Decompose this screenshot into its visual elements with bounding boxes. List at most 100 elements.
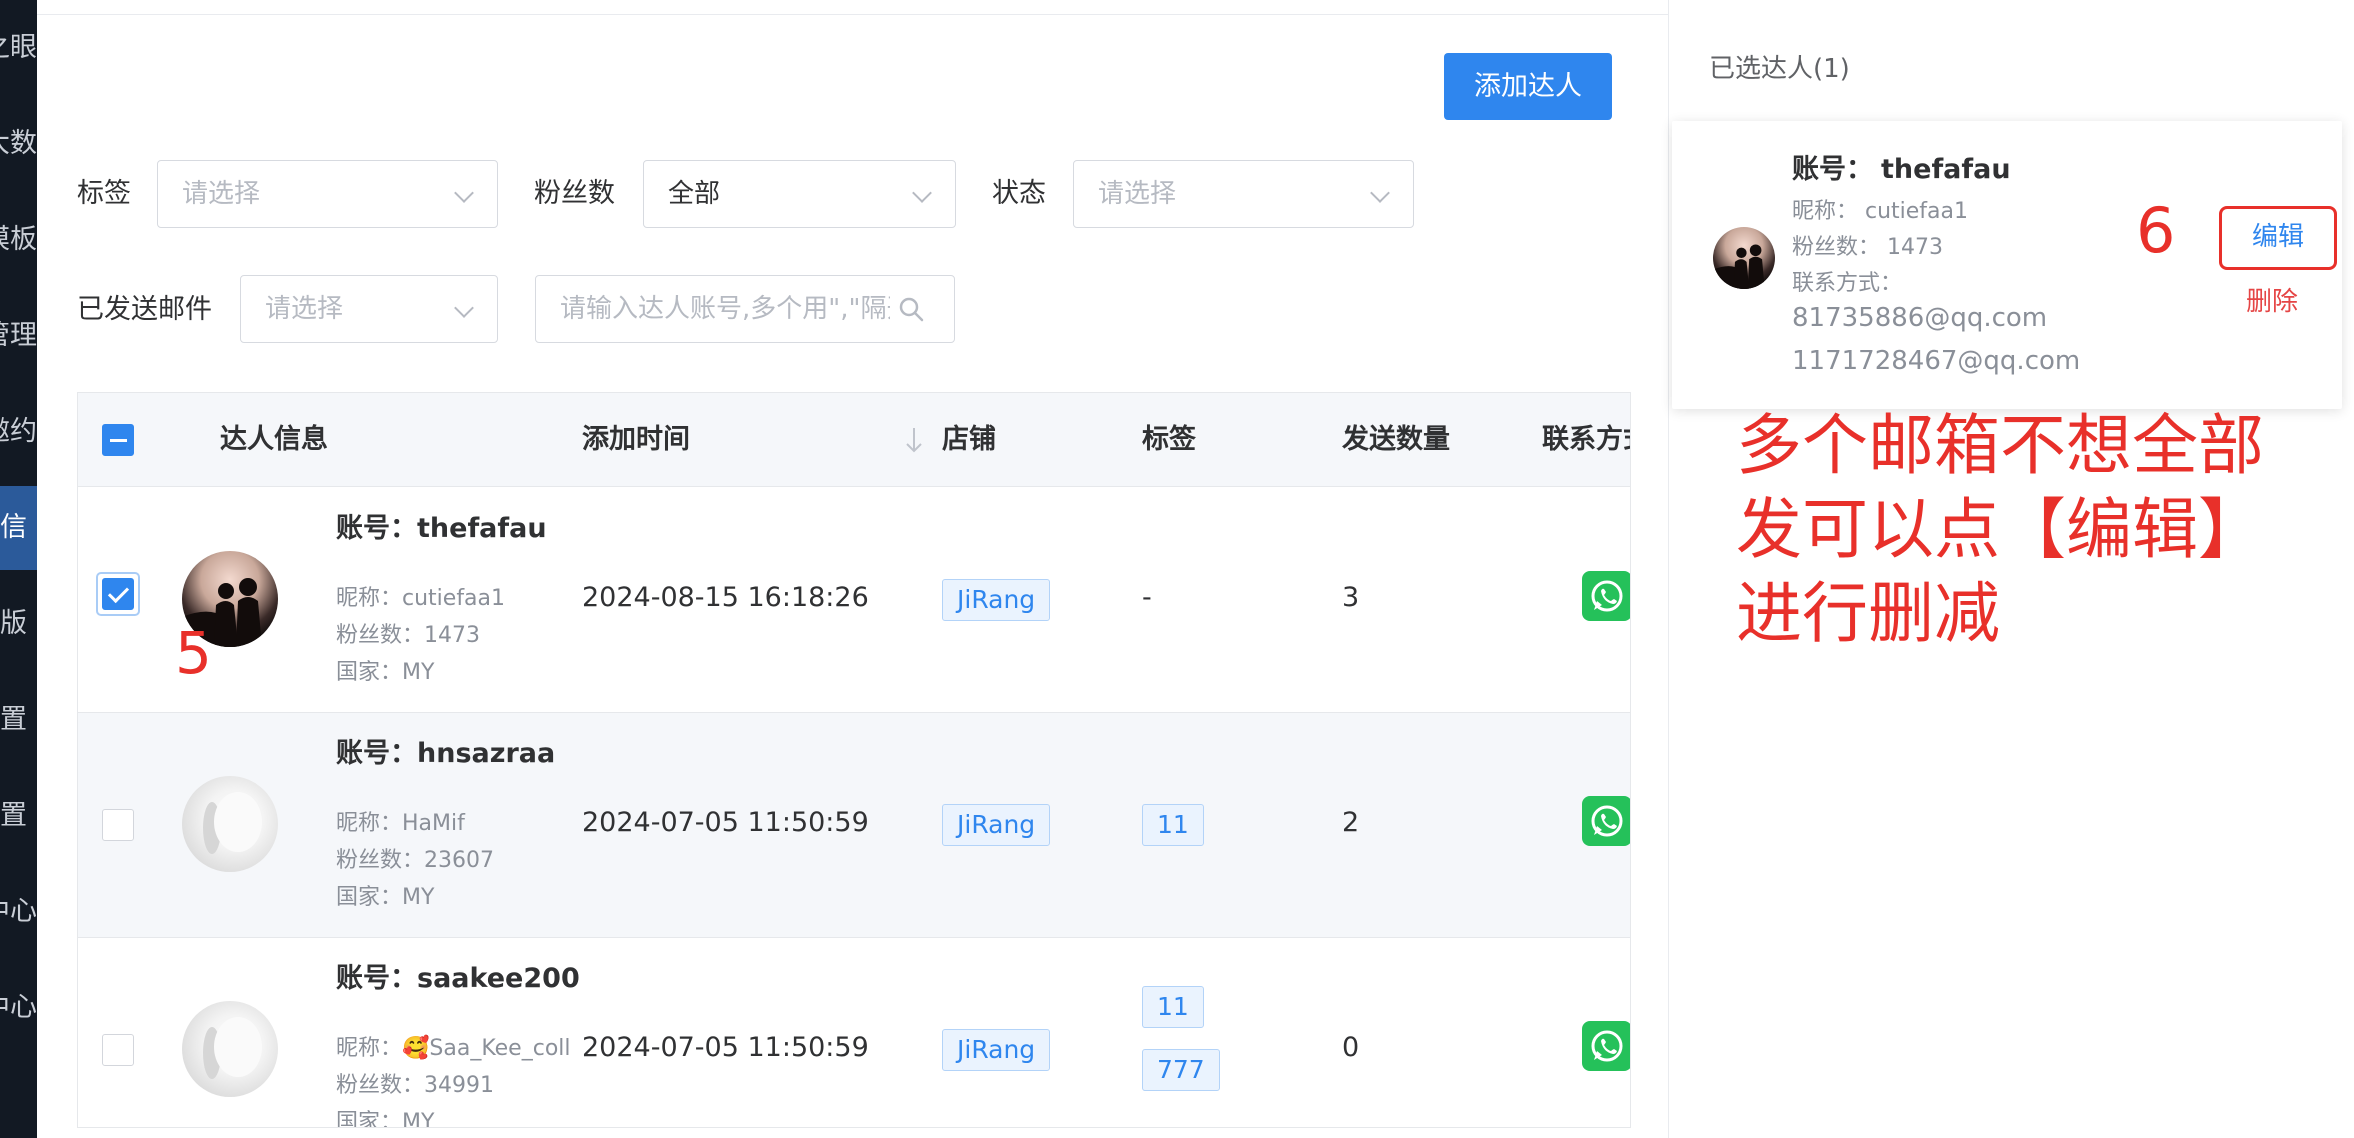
- sent-mail-filter-select[interactable]: 请选择: [240, 275, 498, 343]
- avatar-placeholder-icon: [203, 792, 262, 854]
- main-content: 添加达人 标签 请选择 粉丝数 全部 状态 请选择 已发送邮件 请选择 请输入达…: [37, 0, 1668, 1138]
- selected-nickname: 昵称： cutiefaa1: [1792, 199, 1969, 224]
- avatar: [182, 1001, 278, 1097]
- creator-table: 达人信息 添加时间 店铺 标签 发送数量 联系方式: [77, 392, 1631, 1128]
- status-filter-label: 状态: [992, 178, 1046, 209]
- chevron-down-icon: [454, 298, 474, 318]
- nav-item[interactable]: 版: [0, 594, 37, 654]
- added-time: 2024-08-15 16:18:26: [582, 582, 869, 613]
- fans-filter-label: 粉丝数: [534, 178, 615, 209]
- creator-account: 账号：hnsazraa: [336, 738, 556, 769]
- annotation-note-line: 多个邮箱不想全部: [1736, 407, 2264, 484]
- annotation-note-line: 进行删减: [1736, 575, 2000, 652]
- tag-filter-select[interactable]: 请选择: [157, 160, 498, 228]
- nav-item[interactable]: 邀约: [0, 402, 37, 462]
- creator-tag: 777: [1142, 1049, 1220, 1091]
- edit-highlight-box: 编辑: [2219, 206, 2337, 270]
- sent-mail-filter-placeholder: 请选择: [265, 294, 344, 324]
- creator-account: 账号：thefafau: [336, 513, 547, 544]
- search-input[interactable]: 请输入达人账号,多个用","隔开: [535, 275, 955, 343]
- shop-tag: JiRang: [942, 804, 1051, 846]
- row-checkbox[interactable]: [102, 809, 134, 841]
- avatar-silhouette-icon: [1713, 244, 1765, 289]
- selected-fans: 粉丝数： 1473: [1792, 235, 1943, 260]
- sort-arrow-down-icon[interactable]: [904, 425, 924, 455]
- add-creator-button[interactable]: 添加达人: [1444, 53, 1612, 120]
- nav-item[interactable]: 中心: [0, 978, 37, 1038]
- whatsapp-icon[interactable]: [1582, 571, 1630, 621]
- annotation-step-5: 5: [175, 619, 212, 687]
- creator-country: 国家：MY: [336, 1110, 435, 1128]
- tag-filter-placeholder: 请选择: [182, 179, 261, 209]
- shop-tag: JiRang: [942, 1029, 1051, 1071]
- col-header-sent-count: 发送数量: [1342, 424, 1450, 455]
- status-filter-select[interactable]: 请选择: [1073, 160, 1414, 228]
- sent-count: 0: [1342, 1032, 1360, 1063]
- selected-creator-card: 账号： thefafau 昵称： cutiefaa1 粉丝数： 1473 联系方式…: [1672, 121, 2342, 409]
- col-header-contact: 联系方式: [1542, 424, 1630, 455]
- side-nav: 之眼 大数 模板 管理 邀约 信 版 置 置 中心 中心: [0, 0, 37, 1138]
- creator-fans: 粉丝数：34991: [336, 1073, 494, 1098]
- app-root: 之眼 大数 模板 管理 邀约 信 版 置 置 中心 中心 添加达人 标签 请选择…: [0, 0, 2354, 1138]
- creator-country: 国家：MY: [336, 885, 435, 910]
- creator-nickname: 昵称：🥰Saa_Kee_coll: [336, 1036, 571, 1061]
- delete-link[interactable]: 删除: [2246, 281, 2298, 318]
- chevron-down-icon: [912, 183, 932, 203]
- creator-country: 国家：MY: [336, 660, 435, 685]
- edit-link[interactable]: 编辑: [2222, 209, 2334, 265]
- creator-tag: 11: [1142, 986, 1204, 1028]
- selected-creators-panel: 已选达人(1) 账号： thefafau 昵称： cutiefaa1 粉丝数： 1…: [1669, 0, 2354, 1138]
- nav-item[interactable]: 大数: [0, 114, 37, 174]
- search-icon[interactable]: [898, 296, 924, 322]
- avatar: [1713, 227, 1775, 289]
- whatsapp-icon[interactable]: [1582, 1021, 1630, 1071]
- col-header-tags: 标签: [1142, 424, 1196, 455]
- whatsapp-icon[interactable]: [1582, 796, 1630, 846]
- creator-fans: 粉丝数：1473: [336, 623, 480, 648]
- tag-filter-label: 标签: [77, 178, 131, 209]
- chevron-down-icon: [1370, 183, 1390, 203]
- avatar-placeholder-icon: [203, 1017, 262, 1079]
- creator-nickname: 昵称：cutiefaa1: [336, 586, 506, 611]
- annotation-note-line: 发可以点【编辑】: [1736, 491, 2264, 568]
- table-row[interactable]: 账号：hnsazraa 昵称：HaMif 粉丝数：23607 国家：MY 202…: [78, 713, 1630, 938]
- selected-account: 账号： thefafau: [1792, 147, 2011, 186]
- row-checkbox[interactable]: [102, 578, 134, 610]
- fans-filter-value: 全部: [668, 179, 721, 209]
- nav-item[interactable]: 模板: [0, 210, 37, 270]
- annotation-note: 多个邮箱不想全部 发可以点【编辑】 进行删减: [1736, 404, 2336, 656]
- nav-item[interactable]: 中心: [0, 882, 37, 942]
- table-row[interactable]: 账号：thefafau 昵称：cutiefaa1 粉丝数：1473 国家：MY …: [78, 488, 1630, 713]
- creator-nickname: 昵称：HaMif: [336, 811, 465, 836]
- avatar: [182, 776, 278, 872]
- added-time: 2024-07-05 11:50:59: [582, 1032, 869, 1063]
- nav-item[interactable]: 置: [0, 690, 37, 750]
- table-row[interactable]: 账号：saakee200 昵称：🥰Saa_Kee_coll 粉丝数：34991 …: [78, 938, 1630, 1128]
- col-header-added-time[interactable]: 添加时间: [582, 393, 690, 487]
- creator-tag: 11: [1142, 804, 1204, 846]
- header-divider: [37, 14, 1668, 15]
- selected-email: 1171728467@qq.com: [1792, 346, 2081, 376]
- selected-account-value: thefafau: [1881, 154, 2011, 185]
- col-header-shop: 店铺: [942, 424, 996, 455]
- selected-account-label: 账号：: [1792, 154, 1873, 185]
- nav-item-active[interactable]: 信: [0, 486, 37, 570]
- selected-email: 81735886@qq.com: [1792, 303, 2048, 333]
- select-all-checkbox[interactable]: [102, 424, 134, 456]
- sent-count: 3: [1342, 582, 1360, 613]
- sent-mail-filter-label: 已发送邮件: [77, 294, 212, 325]
- creator-fans: 粉丝数：23607: [336, 848, 494, 873]
- sent-count: 2: [1342, 807, 1360, 838]
- chevron-down-icon: [454, 183, 474, 203]
- nav-item[interactable]: 管理: [0, 306, 37, 366]
- status-filter-placeholder: 请选择: [1098, 179, 1177, 209]
- creator-account: 账号：saakee200: [336, 963, 580, 994]
- selected-panel-title: 已选达人(1): [1709, 54, 1850, 84]
- fans-filter-select[interactable]: 全部: [643, 160, 956, 228]
- nav-item[interactable]: 之眼: [0, 18, 37, 78]
- row-checkbox[interactable]: [102, 1034, 134, 1066]
- selected-contact-label: 联系方式：: [1792, 271, 1903, 296]
- nav-item[interactable]: 置: [0, 786, 37, 846]
- col-header-info: 达人信息: [220, 424, 328, 455]
- table-header: 达人信息 添加时间 店铺 标签 发送数量 联系方式: [78, 393, 1630, 487]
